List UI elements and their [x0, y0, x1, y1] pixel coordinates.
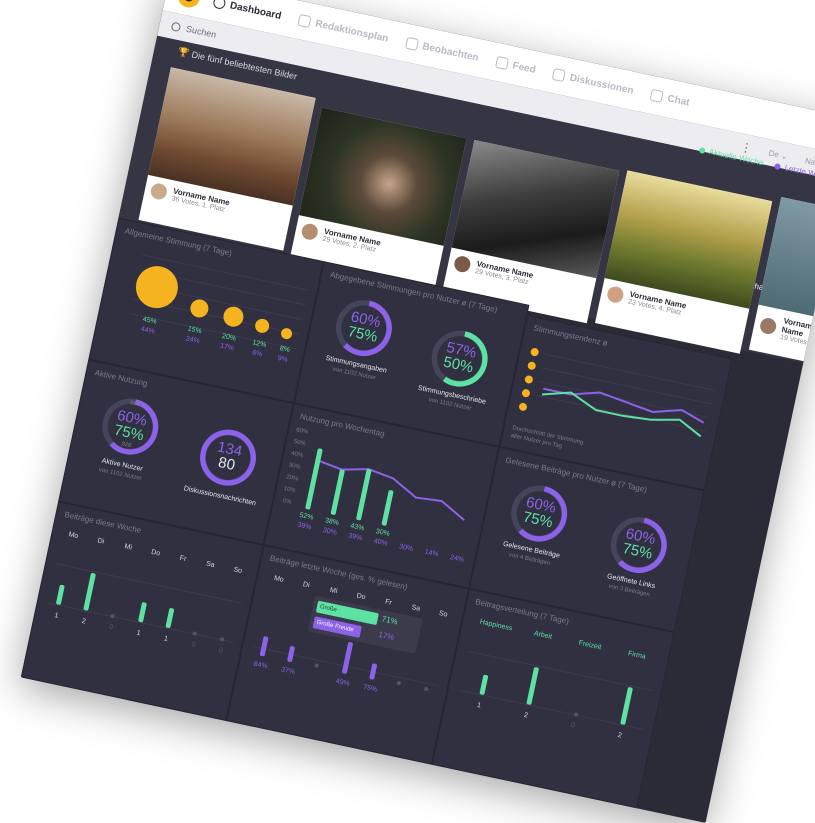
- dashboard-window: Dashboard Redaktionsplan Beobachten Feed…: [20, 0, 815, 823]
- nav-redaktionsplan[interactable]: Redaktionsplan: [297, 13, 390, 45]
- posts-bar-fr: [165, 607, 175, 629]
- nav-dashboard[interactable]: Dashboard: [212, 0, 282, 22]
- posts-dot-sa: [192, 631, 198, 636]
- search-icon: [170, 21, 182, 32]
- posts-bar-di: [83, 572, 96, 611]
- last-week-dot-mi: [314, 663, 320, 669]
- sad-smiley-icon: [253, 317, 271, 335]
- posts-bar-do: [137, 601, 148, 623]
- avatar: [452, 254, 472, 274]
- very-sad-smiley-icon: [280, 327, 294, 341]
- posts-bar-mo: [55, 584, 65, 606]
- active-use-title: Aktive Nutzung: [93, 368, 149, 389]
- smiley-icon: [519, 402, 528, 411]
- chat-icon: [649, 88, 665, 104]
- nav-diskussionen[interactable]: Diskussionen: [551, 67, 635, 97]
- happy-smiley-icon: [188, 297, 211, 320]
- smiley-icon: [521, 389, 530, 398]
- legend-dot-current: [698, 146, 706, 154]
- discussion-icon: [551, 67, 567, 83]
- search-input[interactable]: Suchen: [185, 24, 217, 40]
- last-week-dot-sa: [396, 680, 402, 686]
- nav-feed[interactable]: Feed: [494, 55, 537, 76]
- legend-dot-last: [774, 162, 782, 170]
- gauge-icon: [212, 0, 227, 11]
- last-week-bar-do: [341, 641, 354, 675]
- image-card-1[interactable]: Vorname Name 36 Votes, 1. Platz: [138, 67, 316, 251]
- avatar: [758, 316, 778, 336]
- logo-smiley-icon[interactable]: [175, 0, 203, 10]
- avatar: [605, 285, 625, 305]
- language-select[interactable]: De ⌄: [768, 148, 789, 161]
- calendar-icon: [297, 13, 312, 29]
- nav-beobachten[interactable]: Beobachten: [404, 36, 480, 64]
- last-week-bar-mo: [259, 635, 269, 657]
- smiley-icon: [524, 375, 533, 384]
- posts-dot-mi: [110, 613, 115, 619]
- avatar: [300, 222, 320, 242]
- feed-icon: [494, 55, 510, 71]
- dist-dot-freizeit: [573, 712, 579, 718]
- posts-dot-so: [219, 637, 225, 642]
- neutral-smiley-icon: [221, 304, 246, 329]
- avatar: [149, 181, 169, 201]
- dist-bar-happiness: [479, 674, 489, 696]
- nav-chat[interactable]: Chat: [649, 88, 691, 109]
- smiley-icon: [527, 361, 536, 370]
- dist-bar-firma: [620, 686, 633, 726]
- dist-bar-arbeit: [526, 666, 540, 706]
- last-week-dot-so: [423, 686, 429, 692]
- binoculars-icon: [404, 36, 419, 51]
- smiley-icon: [530, 348, 539, 357]
